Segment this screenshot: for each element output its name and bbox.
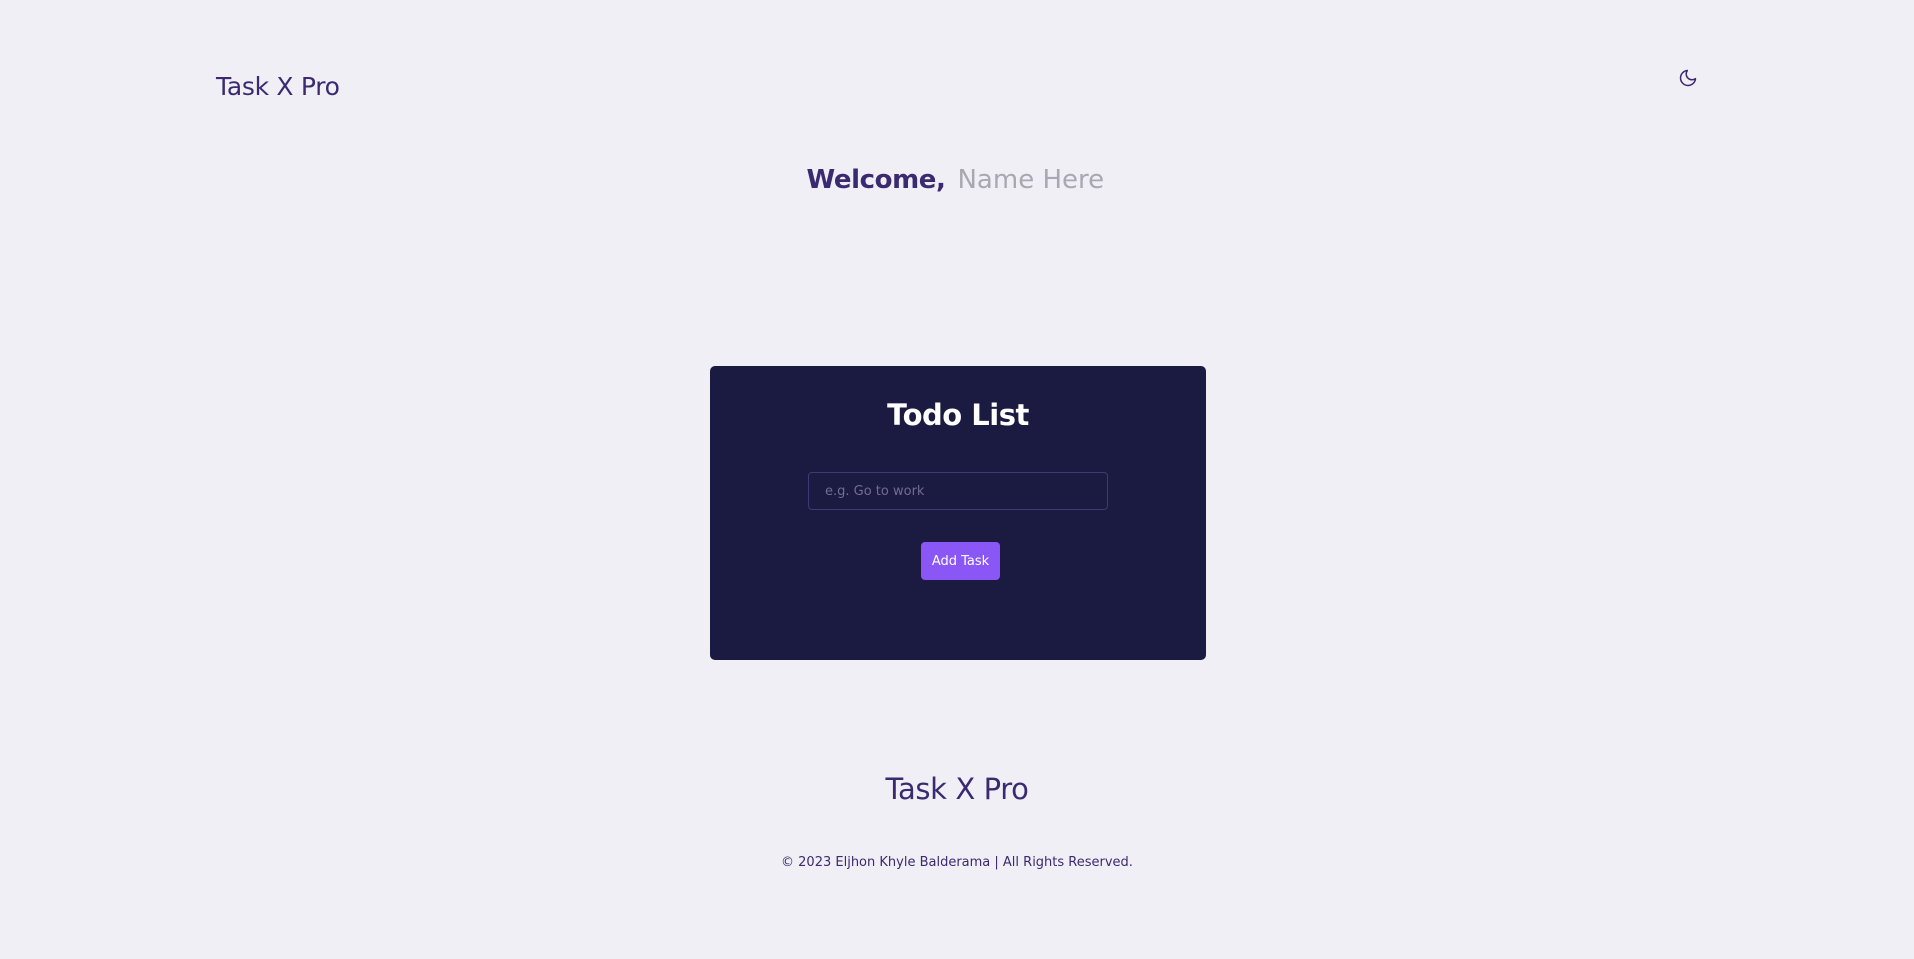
- name-input[interactable]: [957, 165, 1108, 195]
- moon-icon: [1679, 69, 1697, 87]
- todo-title: Todo List: [887, 398, 1029, 432]
- copyright-text: © 2023 Eljhon Khyle Balderama | All Righ…: [781, 855, 1133, 870]
- todo-card: Todo List Add Task: [710, 366, 1206, 660]
- welcome-label: Welcome,: [806, 165, 946, 195]
- welcome-section: Welcome,: [0, 165, 1914, 195]
- add-task-button[interactable]: Add Task: [921, 542, 1000, 580]
- footer-brand: Task X Pro: [885, 772, 1029, 806]
- task-input[interactable]: [808, 472, 1108, 510]
- theme-toggle-button[interactable]: [1678, 68, 1702, 92]
- page: Task X Pro Welcome, Todo List Add Task T…: [0, 0, 1914, 959]
- brand-logo[interactable]: Task X Pro: [216, 72, 340, 101]
